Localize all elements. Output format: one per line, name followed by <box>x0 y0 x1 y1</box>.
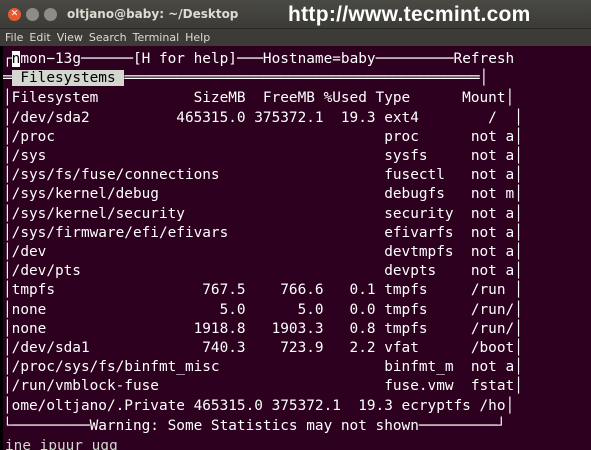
partial-text-below: ine ipuur uqq <box>5 438 118 450</box>
table-header-row: │Filesystem SizeMB FreeMB %Used Type Mou… <box>3 90 515 106</box>
menubar: File Edit View Search Terminal Help <box>0 28 591 46</box>
window-title: oltjano@baby: ~/Desktop <box>67 7 239 21</box>
menu-file[interactable]: File <box>5 31 23 44</box>
terminal-area[interactable]: ┌nmon−13g──────[H for help]───Hostname=b… <box>3 46 591 450</box>
warning-footer: └─────────Warning: Some Statistics may n… <box>3 418 506 434</box>
table-row: │/sys sysfs not a│ <box>3 148 523 164</box>
close-window-button[interactable]: ✕ <box>8 7 21 21</box>
table-row: │/dev devtmpfs not a│ <box>3 244 523 260</box>
minimize-window-button[interactable] <box>26 7 39 21</box>
table-row: │/proc proc not a│ <box>3 129 523 145</box>
table-row: │ome/oltjano/.Private 465315.0 375372.1 … <box>3 398 515 414</box>
header-corner: ┌ <box>3 51 12 67</box>
table-row: │/sys/kernel/debug debugfs not m│ <box>3 186 523 202</box>
menu-search[interactable]: Search <box>89 31 127 44</box>
filesystems-section-label: Filesystems <box>11 70 125 86</box>
filesystems-section-line: ═ Filesystems ══════════════════════════… <box>3 68 488 88</box>
table-row: │/proc/sys/fs/binfmt_misc binfmt_m not a… <box>3 359 523 375</box>
menu-edit[interactable]: Edit <box>29 31 50 44</box>
table-row: │none 1918.8 1903.3 0.8 tmpfs /run/│ <box>3 321 523 337</box>
table-row: │/sys/fs/fuse/connections fusectl not a│ <box>3 167 523 183</box>
menu-view[interactable]: View <box>57 31 83 44</box>
table-row: │/dev/pts devpts not a│ <box>3 263 523 279</box>
table-row: │/sys/firmware/efi/efivars efivarfs not … <box>3 225 523 241</box>
watermark: http://www.tecmint.com <box>288 3 531 26</box>
section-suffix: ════════════════════════════════════════… <box>124 70 489 86</box>
table-row: │/dev/sda2 465315.0 375372.1 19.3 ext4 /… <box>3 110 523 126</box>
table-row: │/dev/sda1 740.3 723.9 2.2 vfat /boot│ <box>3 340 523 356</box>
menu-terminal[interactable]: Terminal <box>133 31 180 44</box>
maximize-window-button[interactable] <box>44 7 57 21</box>
table-row: │none 5.0 5.0 0.0 tmpfs /run/│ <box>3 302 523 318</box>
table-row: │/sys/kernel/security security not a│ <box>3 206 523 222</box>
section-prefix: ═ <box>3 70 12 86</box>
nmon-header-line: ┌nmon−13g──────[H for help]───Hostname=b… <box>3 49 514 69</box>
nmon-header-text: mon−13g──────[H for help]───Hostname=bab… <box>20 51 515 67</box>
table-row: │tmpfs 767.5 766.6 0.1 tmpfs /run │ <box>3 282 523 298</box>
menu-help[interactable]: Help <box>185 31 210 44</box>
table-row: │/run/vmblock-fuse fuse.vmw fstat│ <box>3 378 523 394</box>
